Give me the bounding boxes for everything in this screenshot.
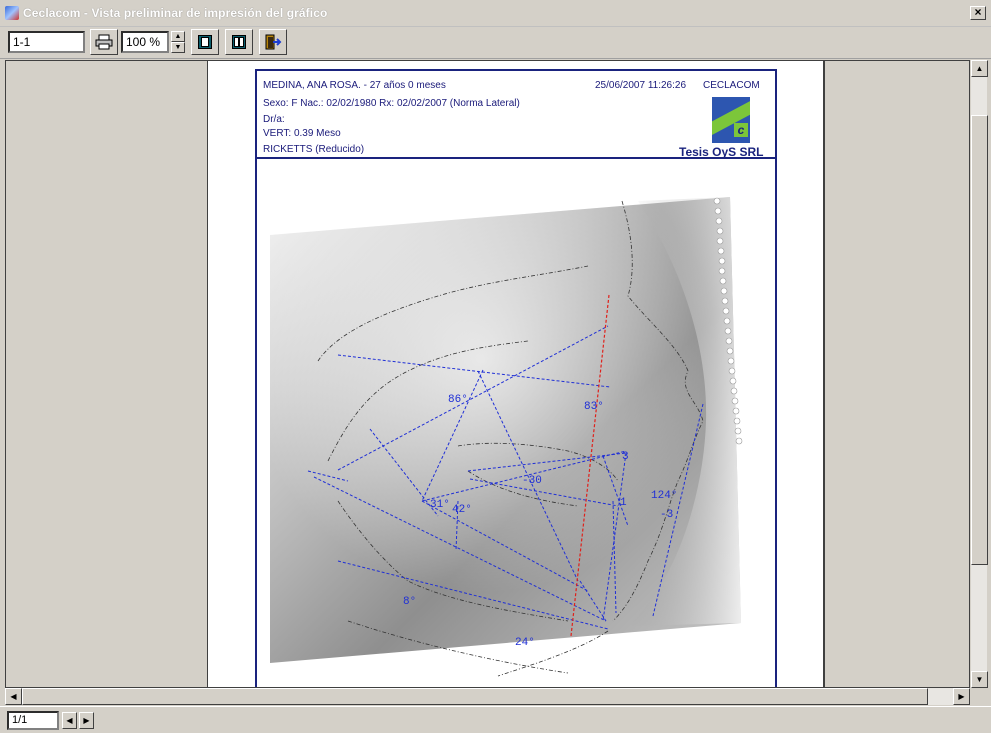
page-range-input[interactable]	[8, 31, 85, 53]
single-page-button[interactable]	[191, 29, 219, 55]
close-button[interactable]: ×	[970, 6, 986, 20]
label-83: 83°	[584, 401, 604, 413]
cephalometric-xray: 86° 83° 3 -30 1 124° -3 31° 42° 8° 24°	[270, 197, 743, 677]
report-page: MEDINA, ANA ROSA. - 27 años 0 meses 25/0…	[207, 61, 825, 687]
prev-page-arrow-icon[interactable]: ◀	[62, 712, 77, 729]
label-42: 42°	[452, 504, 472, 516]
single-page-icon	[198, 35, 212, 49]
printer-icon	[95, 34, 113, 50]
exit-button[interactable]	[259, 29, 287, 55]
label-8: 8°	[403, 596, 416, 608]
page-indicator: 1/1	[7, 711, 59, 730]
two-pages-button[interactable]	[225, 29, 253, 55]
window-title: Ceclacom - Vista preliminar de impresión…	[23, 6, 328, 20]
zoom-input[interactable]	[121, 31, 169, 53]
status-bar: 1/1 ◀ ▶	[0, 706, 991, 733]
scrollbar-corner	[970, 688, 987, 705]
scroll-down-arrow-icon[interactable]: ▼	[971, 671, 988, 688]
zoom-up-arrow-icon[interactable]: ▲	[171, 31, 185, 42]
horizontal-scrollbar[interactable]: ◀ ▶	[5, 688, 970, 705]
title-bar: Ceclacom - Vista preliminar de impresión…	[0, 0, 991, 27]
label-1: 1	[620, 497, 627, 509]
next-page-arrow-icon[interactable]: ▶	[79, 712, 94, 729]
scroll-up-arrow-icon[interactable]: ▲	[971, 60, 988, 77]
vertical-scroll-thumb[interactable]	[971, 115, 988, 565]
zoom-down-arrow-icon[interactable]: ▼	[171, 42, 185, 53]
toolbar: ▲ ▼	[0, 27, 991, 59]
label-3: 3	[622, 451, 629, 463]
label-124: 124°	[651, 490, 677, 502]
label-minus-3: -3	[660, 509, 673, 521]
zoom-spinner[interactable]: ▲ ▼	[171, 31, 185, 53]
scroll-left-arrow-icon[interactable]: ◀	[5, 688, 22, 705]
two-pages-icon	[232, 35, 246, 49]
scroll-right-arrow-icon[interactable]: ▶	[953, 688, 970, 705]
exit-icon	[265, 34, 282, 50]
horizontal-scroll-thumb[interactable]	[22, 688, 928, 705]
label-86: 86°	[448, 394, 468, 406]
label-minus-30: -30	[522, 475, 542, 487]
app-icon	[5, 6, 19, 20]
print-button[interactable]	[90, 29, 118, 55]
vertical-scrollbar[interactable]: ▲ ▼	[970, 60, 988, 688]
preview-area[interactable]: MEDINA, ANA ROSA. - 27 años 0 meses 25/0…	[5, 60, 970, 688]
label-31: 31°	[430, 499, 450, 511]
label-24: 24°	[515, 637, 535, 649]
